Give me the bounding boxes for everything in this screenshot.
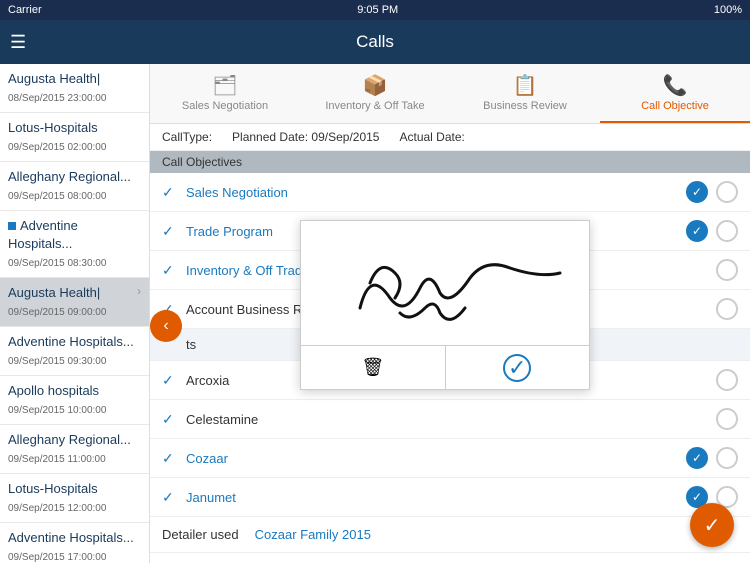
sales-icon: 🗂: [212, 73, 237, 98]
tab-sales[interactable]: 🗂 Sales Negotiation: [150, 64, 300, 123]
table-row: ✓ Janumet ✓: [150, 478, 750, 517]
sidebar-item-date: 09/Sep/2015 10:00:00: [8, 405, 106, 416]
tabs: 🗂 Sales Negotiation 📦 Inventory & Off Ta…: [150, 64, 750, 124]
sidebar-item[interactable]: Alleghany Regional... 09/Sep/2015 11:00:0…: [0, 425, 149, 474]
save-button[interactable]: ✓: [690, 503, 734, 547]
circle-empty[interactable]: [716, 298, 738, 320]
signature-canvas[interactable]: [301, 221, 589, 345]
sidebar-item-date: 09/Sep/2015 02:00:00: [8, 142, 106, 153]
tab-callobjective-label: Call Objective: [641, 100, 709, 112]
tab-inventory-label: Inventory & Off Take: [325, 100, 424, 112]
sidebar: Augusta Health| 08/Sep/2015 23:00:00 Lotus…: [0, 64, 150, 563]
signature-buttons: 🗑 ✓: [301, 345, 589, 389]
circle-empty[interactable]: [716, 181, 738, 203]
sidebar-item-name: Lotus-Hospitals: [8, 120, 98, 135]
sidebar-item-date: 09/Sep/2015 08:30:00: [8, 258, 106, 269]
sidebar-item[interactable]: Apollo hospitals 09/Sep/2015 10:00:00: [0, 376, 149, 425]
calltype-label: CallType:: [162, 130, 212, 144]
sidebar-item-name: Lotus-Hospitals: [8, 481, 98, 496]
circle-empty[interactable]: [716, 369, 738, 391]
sidebar-item[interactable]: Augusta Health| 08/Sep/2015 23:00:00: [0, 64, 149, 113]
nav-bar: ☰ Calls: [0, 20, 750, 64]
time-label: 9:05 PM: [357, 4, 398, 16]
circle-empty[interactable]: [716, 259, 738, 281]
sidebar-item[interactable]: Alleghany Regional... 09/Sep/2015 08:00:0…: [0, 162, 149, 211]
save-icon: ✓: [704, 513, 721, 538]
sidebar-item-name: Alleghany Regional...: [8, 432, 131, 447]
sidebar-item-date: 09/Sep/2015 09:00:00: [8, 307, 106, 318]
sidebar-item-name: Augusta Health|: [8, 285, 100, 300]
obj-name[interactable]: Sales Negotiation: [186, 185, 678, 200]
obj-name[interactable]: Janumet: [186, 490, 678, 505]
call-info: CallType: Planned Date: 09/Sep/2015 Actu…: [150, 124, 750, 151]
obj-name[interactable]: Celestamine: [186, 412, 716, 427]
tab-callobjective[interactable]: 📞 Call Objective: [600, 64, 750, 123]
sidebar-item[interactable]: Lotus-Hospitals 09/Sep/2015 02:00:00: [0, 113, 149, 162]
check-icon: ✓: [162, 450, 178, 467]
actual-date-label: Actual Date:: [399, 130, 464, 144]
circle-empty[interactable]: [716, 220, 738, 242]
sidebar-item[interactable]: Adventine Hospitals... 09/Sep/2015 17:00:…: [0, 523, 149, 563]
circle-check[interactable]: ✓: [686, 181, 708, 203]
check-icon: ✓: [162, 411, 178, 428]
circle-check[interactable]: ✓: [686, 220, 708, 242]
sidebar-item-name: Adventine Hospitals...: [8, 530, 134, 545]
check-icon: ✓: [162, 489, 178, 506]
carrier-label: Carrier: [8, 4, 42, 16]
blue-indicator: [8, 222, 16, 230]
signature-overlay: 🗑 ✓: [300, 220, 590, 390]
sidebar-item-date: 09/Sep/2015 17:00:00: [8, 552, 106, 563]
sidebar-item-name: Adventine Hospitals...: [8, 218, 78, 251]
check-icon: ✓: [162, 223, 178, 240]
sidebar-item[interactable]: Adventine Hospitals... 09/Sep/2015 08:30:…: [0, 211, 149, 278]
inventory-icon: 📦: [363, 73, 388, 98]
planned-date-label: Planned Date: 09/Sep/2015: [232, 130, 379, 144]
sidebar-item-name: Apollo hospitals: [8, 383, 99, 398]
business-icon: 📋: [513, 73, 538, 98]
sidebar-item-name: Augusta Health|: [8, 71, 100, 86]
check-icon: ✓: [162, 372, 178, 389]
sidebar-item-date: 09/Sep/2015 08:00:00: [8, 191, 106, 202]
tab-sales-label: Sales Negotiation: [182, 100, 268, 112]
tab-inventory[interactable]: 📦 Inventory & Off Take: [300, 64, 450, 123]
back-button[interactable]: ‹: [150, 310, 182, 342]
eraser-icon: 🗑: [361, 357, 384, 378]
circle-check[interactable]: ✓: [686, 447, 708, 469]
sidebar-item-date: 09/Sep/2015 11:00:00: [8, 454, 106, 465]
menu-icon[interactable]: ☰: [10, 32, 26, 53]
table-row: ✓ Celestamine: [150, 400, 750, 439]
battery-label: 100%: [714, 4, 742, 16]
detailer-row: Detailer used Cozaar Family 2015: [150, 517, 750, 553]
check-icon: ✓: [162, 262, 178, 279]
sidebar-item[interactable]: Augusta Health| › 09/Sep/2015 09:00:00: [0, 278, 149, 327]
detailer-value: Cozaar Family 2015: [255, 527, 371, 542]
circle-empty[interactable]: [716, 408, 738, 430]
sidebar-item-date: 08/Sep/2015 23:00:00: [8, 93, 106, 104]
signature-drawing: [310, 228, 580, 338]
sidebar-arrow-icon: ›: [137, 284, 141, 298]
sidebar-item-date: 09/Sep/2015 12:00:00: [8, 503, 106, 514]
table-row: ✓ Cozaar ✓: [150, 439, 750, 478]
sidebar-item-name: Alleghany Regional...: [8, 169, 131, 184]
sidebar-item-date: 09/Sep/2015 09:30:00: [8, 356, 106, 367]
tab-business-label: Business Review: [483, 100, 567, 112]
detailer-label: Detailer used: [162, 527, 239, 542]
nav-title: Calls: [356, 32, 394, 52]
status-bar: Carrier 9:05 PM 100%: [0, 0, 750, 20]
check-icon: ✓: [162, 184, 178, 201]
callobjective-icon: 📞: [663, 73, 688, 98]
tab-business[interactable]: 📋 Business Review: [450, 64, 600, 123]
circle-empty[interactable]: [716, 447, 738, 469]
obj-name[interactable]: Cozaar: [186, 451, 678, 466]
table-row: ✓ Sales Negotiation ✓: [150, 173, 750, 212]
signature-confirm-button[interactable]: ✓: [446, 346, 590, 389]
confirm-icon: ✓: [503, 354, 531, 382]
sidebar-item-name: Adventine Hospitals...: [8, 334, 134, 349]
section-header: Call Objectives: [150, 151, 750, 173]
sidebar-item[interactable]: Adventine Hospitals... 09/Sep/2015 09:30:…: [0, 327, 149, 376]
back-icon: ‹: [163, 317, 168, 335]
signature-clear-button[interactable]: 🗑: [301, 346, 446, 389]
sidebar-item[interactable]: Lotus-Hospitals 09/Sep/2015 12:00:00: [0, 474, 149, 523]
